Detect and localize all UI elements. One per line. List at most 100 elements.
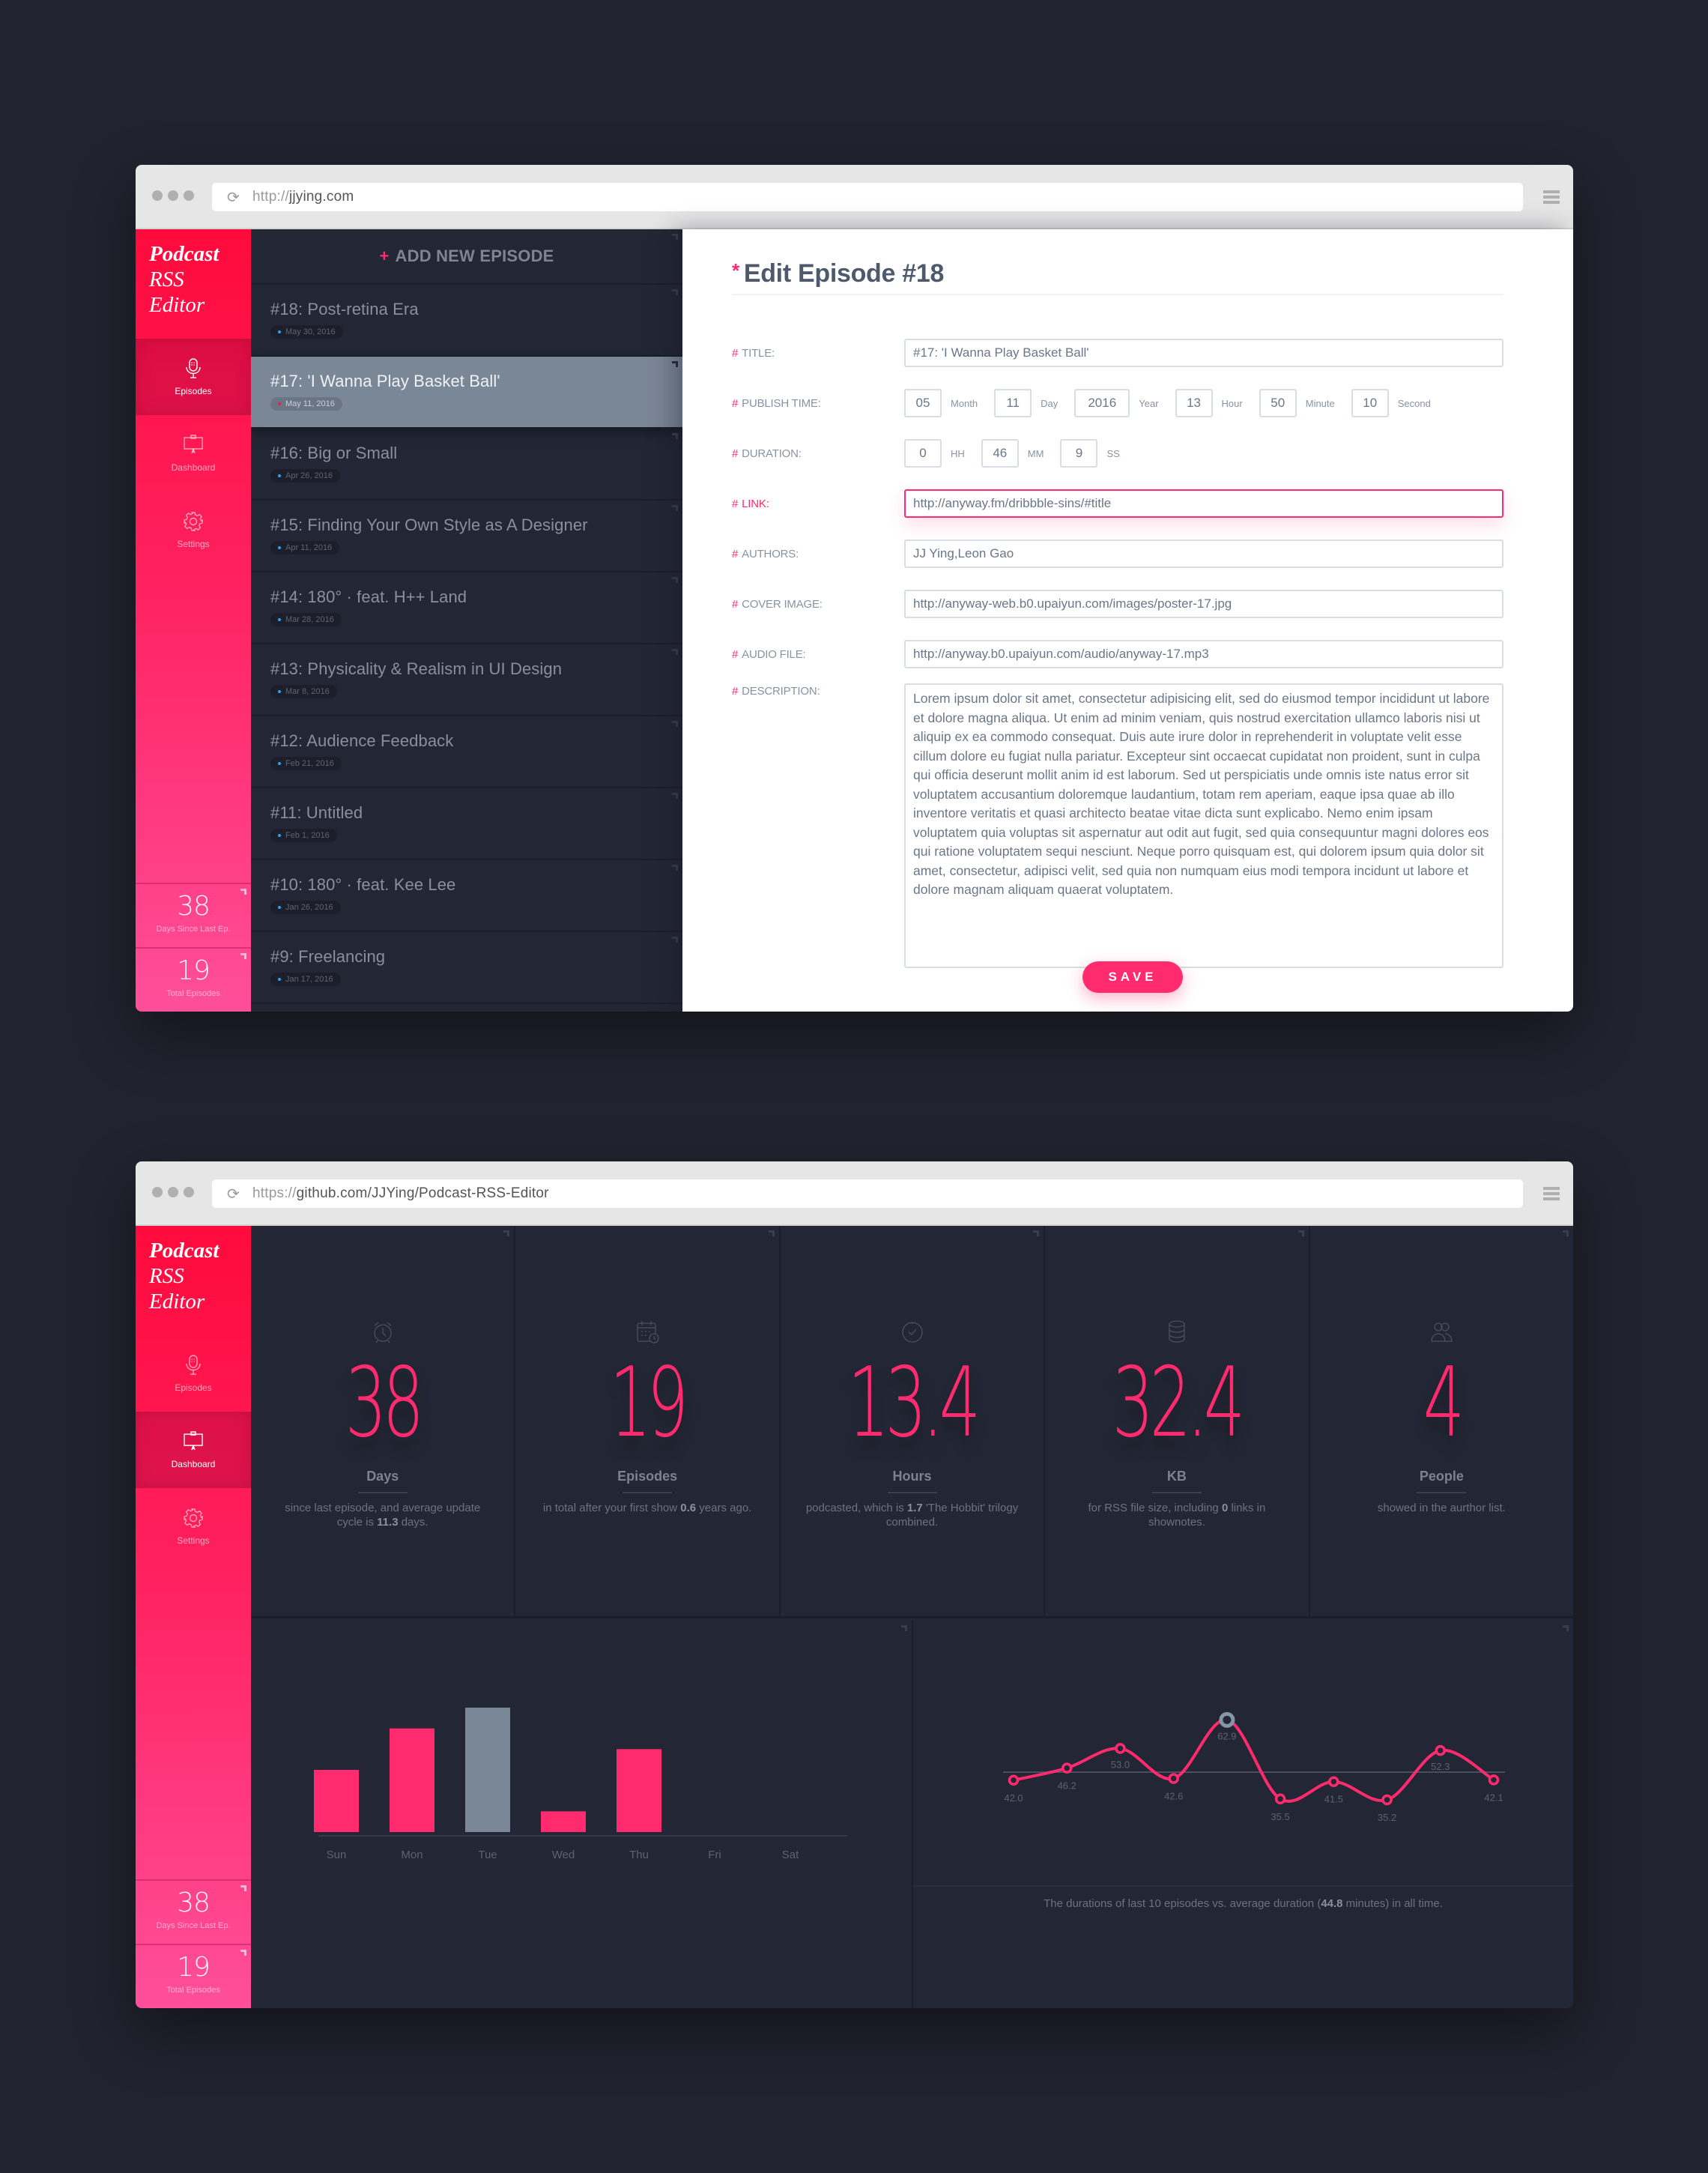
data-label: 42.6	[1164, 1790, 1183, 1801]
episode-list-item[interactable]: #11: Untitled Feb 1, 2016	[251, 788, 682, 860]
sidebar-item-settings[interactable]: Settings	[136, 492, 251, 568]
asterisk-icon: *	[732, 259, 739, 282]
presentation-board-icon	[184, 435, 203, 454]
bar-thu[interactable]	[617, 1749, 661, 1832]
episode-list-item[interactable]: #17: 'I Wanna Play Basket Ball' May 11, 2…	[251, 357, 682, 429]
year-input[interactable]: 2016	[1074, 389, 1130, 417]
database-icon	[1169, 1320, 1185, 1343]
cover-image-input[interactable]: http://anyway-web.b0.upaiyun.com/images/…	[904, 590, 1503, 618]
day-input[interactable]: 11	[994, 389, 1032, 417]
stat-card-people[interactable]: 4 People showed in the aurthor list.	[1310, 1226, 1573, 1616]
authors-input[interactable]: JJ Ying,Leon Gao	[904, 540, 1503, 568]
description-textarea[interactable]: Lorem ipsum dolor sit amet, consectetur …	[904, 683, 1503, 968]
window-dot[interactable]	[152, 190, 163, 201]
url-text[interactable]: http://jjying.com	[252, 189, 354, 205]
episode-list-item[interactable]: #12: Audience Feedback Feb 21, 2016	[251, 716, 682, 788]
window-dot[interactable]	[168, 190, 178, 201]
episode-list-item[interactable]: #15: Finding Your Own Style as A Designe…	[251, 501, 682, 572]
data-point[interactable]	[1168, 1773, 1179, 1784]
title-input[interactable]: #17: 'I Wanna Play Basket Ball'	[904, 339, 1503, 367]
side-stat-days-since-last[interactable]: 38 Days Since Last Ep.	[136, 883, 251, 947]
add-new-episode-button[interactable]: + ADD NEW EPISODE	[251, 229, 682, 285]
bar-tue[interactable]	[465, 1708, 510, 1832]
episode-date-badge: Mar 28, 2016	[270, 613, 342, 626]
stat-unit: Hours	[892, 1469, 932, 1484]
side-stat-total-episodes[interactable]: 19 Total Episodes	[136, 947, 251, 1012]
window-controls[interactable]	[152, 190, 194, 201]
stat-description: for RSS file size, including 0 links in …	[1088, 1502, 1266, 1529]
second-input[interactable]: 10	[1351, 389, 1389, 417]
corner-expand-icon	[901, 1625, 907, 1631]
ss-input[interactable]: 9	[1060, 439, 1098, 468]
side-stat-days-since-last[interactable]: 38 Days Since Last Ep.	[136, 1879, 251, 1944]
bar-mon[interactable]	[390, 1728, 434, 1832]
episode-list-item[interactable]: #13: Physicality & Realism in UI Design M…	[251, 644, 682, 716]
sidebar-item-settings[interactable]: Settings	[136, 1488, 251, 1565]
bar-sun[interactable]	[314, 1770, 359, 1832]
sidebar-item-dashboard[interactable]: Dashboard	[136, 1412, 251, 1488]
corner-expand-icon	[672, 289, 678, 295]
corner-expand-icon	[240, 1950, 246, 1956]
stat-card-days[interactable]: 38 Days since last episode, and average up…	[251, 1226, 516, 1616]
episode-list-item[interactable]: #9: Freelancing Jan 17, 2016	[251, 932, 682, 1004]
bar-wed[interactable]	[541, 1811, 586, 1832]
window-dot[interactable]	[184, 190, 194, 201]
link-input[interactable]: http://anyway.fm/dribbble-sins/#title	[904, 489, 1503, 518]
data-point[interactable]	[1219, 1711, 1235, 1728]
episode-list-item[interactable]: #10: 180° · feat. Kee Lee Jan 26, 2016	[251, 860, 682, 932]
hour-input[interactable]: 13	[1175, 389, 1213, 417]
data-point[interactable]	[1115, 1743, 1126, 1754]
episode-title: #10: 180° · feat. Kee Lee	[270, 875, 456, 894]
sidebar-item-dashboard[interactable]: Dashboard	[136, 415, 251, 492]
corner-expand-icon	[240, 953, 246, 959]
data-point[interactable]	[1488, 1774, 1500, 1786]
corner-expand-icon	[672, 361, 678, 367]
data-point[interactable]	[1274, 1793, 1286, 1805]
divider	[1151, 1492, 1202, 1493]
data-point[interactable]	[1328, 1776, 1339, 1787]
reload-icon[interactable]: ⟳	[227, 1186, 242, 1201]
side-stat-total-episodes[interactable]: 19 Total Episodes	[136, 1944, 251, 2008]
episode-title: #14: 180° · feat. H++ Land	[270, 587, 467, 606]
audio-file-input[interactable]: http://anyway.b0.upaiyun.com/audio/anywa…	[904, 640, 1503, 668]
stat-description: in total after your first show 0.6 years…	[542, 1502, 752, 1514]
stat-card-hours[interactable]: 13.4 Hours podcasted, which is 1.7 'The Ho…	[781, 1226, 1046, 1616]
data-point[interactable]	[1435, 1744, 1447, 1756]
sidebar: Podcast RSS Editor Episodes Dashboard Se…	[136, 229, 251, 1012]
episode-list-item[interactable]: #16: Big or Small Apr 26, 2016	[251, 429, 682, 501]
reload-icon[interactable]: ⟳	[227, 190, 242, 205]
month-input[interactable]: 05	[904, 389, 942, 417]
address-bar[interactable]: ⟳ https://github.com/JJYing/Podcast-RSS-…	[212, 1179, 1523, 1208]
stat-unit: Days	[366, 1469, 399, 1484]
status-dot-icon	[278, 546, 281, 549]
episode-date-badge: May 30, 2016	[270, 325, 343, 339]
x-tick-label: Sun	[327, 1849, 347, 1861]
hh-input[interactable]: 0	[904, 439, 942, 468]
data-point[interactable]	[1061, 1762, 1073, 1774]
data-point[interactable]	[1008, 1774, 1020, 1786]
episode-list-item[interactable]: #14: 180° · feat. H++ Land Mar 28, 2016	[251, 572, 682, 644]
microphone-icon	[186, 358, 201, 378]
status-dot-icon	[278, 762, 281, 765]
url-text[interactable]: https://github.com/JJYing/Podcast-RSS-Ed…	[252, 1185, 549, 1202]
address-bar[interactable]: ⟳ http://jjying.com	[212, 183, 1523, 211]
episode-list-item[interactable]: #18: Post-retina Era May 30, 2016	[251, 285, 682, 357]
minute-input[interactable]: 50	[1259, 389, 1297, 417]
status-dot-icon	[278, 690, 281, 693]
x-tick-label: Wed	[552, 1849, 575, 1861]
mm-input[interactable]: 46	[981, 439, 1019, 468]
episode-date-badge: Jan 26, 2016	[270, 901, 341, 914]
window-dot[interactable]	[168, 1187, 178, 1197]
window-dot[interactable]	[152, 1187, 163, 1197]
stat-card-kb[interactable]: 32.4 KB for RSS file size, including 0 lin…	[1045, 1226, 1310, 1616]
hamburger-menu-icon[interactable]	[1543, 1187, 1560, 1200]
episode-title: #13: Physicality & Realism in UI Design	[270, 659, 563, 678]
data-point[interactable]	[1381, 1794, 1393, 1806]
window-dot[interactable]	[184, 1187, 194, 1197]
sidebar-item-episodes[interactable]: Episodes	[136, 339, 251, 415]
window-controls[interactable]	[152, 1187, 194, 1197]
sidebar-item-episodes[interactable]: Episodes	[136, 1335, 251, 1412]
hamburger-menu-icon[interactable]	[1543, 190, 1560, 204]
stat-card-episodes[interactable]: 19 Episodes in total after your first show…	[515, 1226, 781, 1616]
save-button[interactable]: SAVE	[1082, 961, 1183, 993]
